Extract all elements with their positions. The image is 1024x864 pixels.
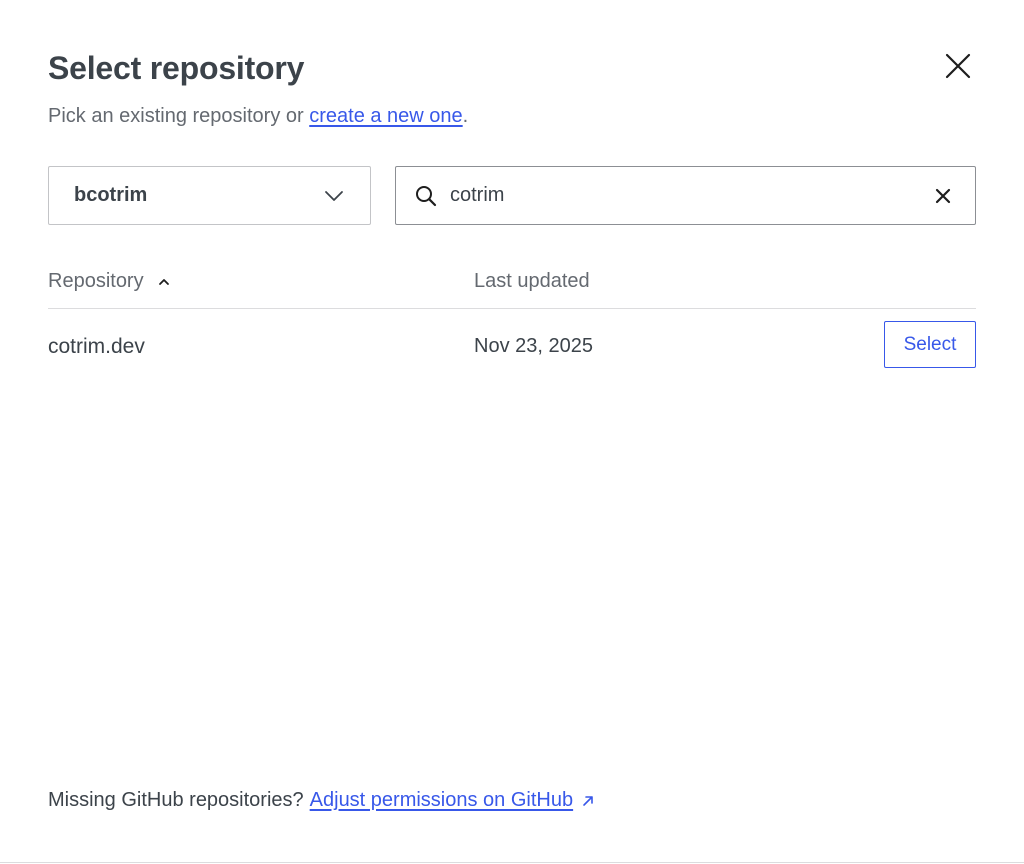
close-icon (945, 53, 971, 79)
dialog-subtitle: Pick an existing repository or create a … (48, 103, 468, 129)
chevron-down-icon (325, 190, 343, 201)
adjust-permissions-link[interactable]: Adjust permissions on GitHub (310, 789, 573, 812)
repository-search (395, 166, 976, 225)
subtitle-prefix: Pick an existing repository or (48, 105, 310, 127)
footer-note: Missing GitHub repositories? Adjust perm… (48, 789, 595, 812)
last-updated-date: Nov 23, 2025 (474, 335, 593, 357)
repository-name: cotrim.dev (48, 335, 145, 358)
create-new-repository-link[interactable]: create a new one (309, 105, 462, 127)
column-header-repository[interactable]: Repository (48, 270, 170, 293)
column-header-label: Last updated (474, 270, 590, 292)
search-input[interactable] (450, 184, 929, 207)
table-row: cotrim.dev Nov 23, 2025 Select (48, 310, 976, 382)
footer-text: Missing GitHub repositories? (48, 789, 304, 811)
select-repository-button[interactable]: Select (884, 321, 976, 368)
clear-icon (935, 188, 951, 203)
owner-select[interactable]: bcotrim (48, 166, 371, 225)
search-icon (414, 184, 438, 208)
subtitle-suffix: . (462, 105, 469, 127)
table-header: Repository Last updated (48, 254, 976, 309)
dialog-title: Select repository (48, 50, 305, 86)
select-repository-dialog: Select repository Pick an existing repos… (0, 0, 1024, 864)
chevron-up-icon (158, 278, 170, 286)
owner-select-value: bcotrim (74, 184, 148, 206)
column-header-last-updated: Last updated (474, 270, 590, 293)
clear-search-button[interactable] (929, 182, 957, 210)
external-link-icon[interactable] (581, 794, 595, 808)
column-header-label: Repository (48, 270, 144, 292)
close-button[interactable] (938, 46, 978, 86)
bottom-divider (0, 862, 1024, 863)
